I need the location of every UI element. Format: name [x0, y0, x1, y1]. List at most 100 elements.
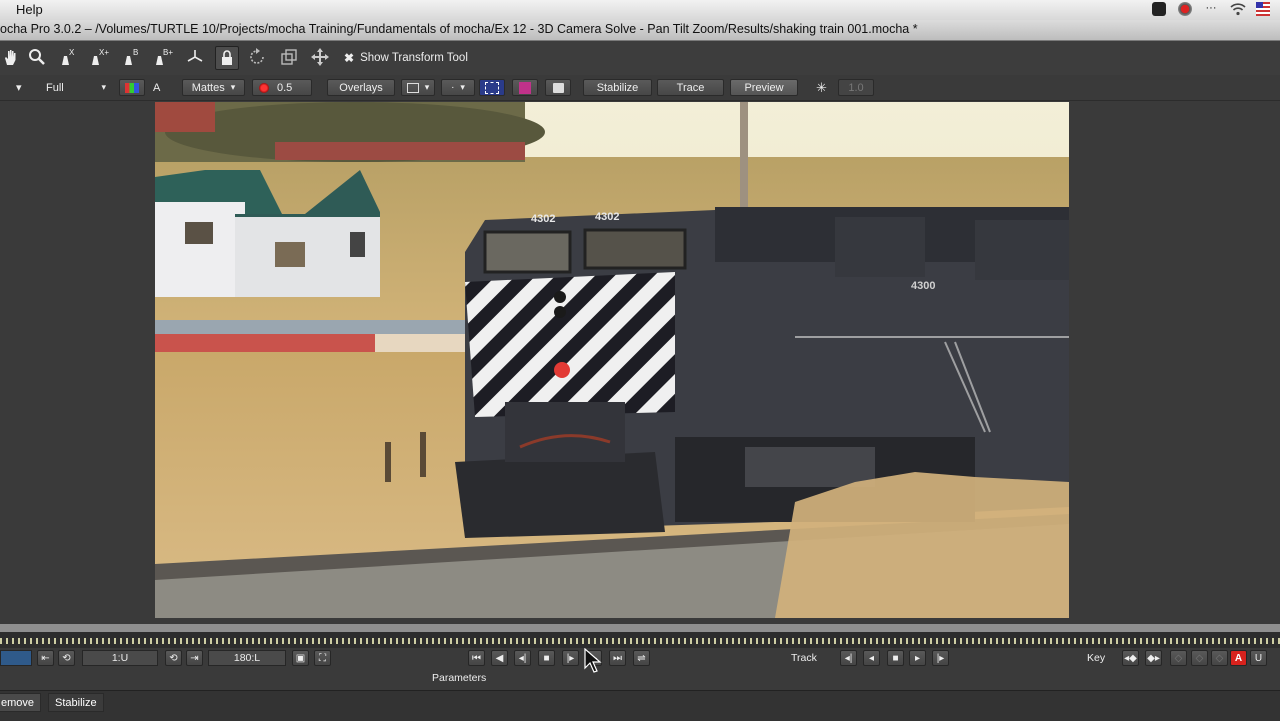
- app-status-icon[interactable]: [1152, 2, 1166, 16]
- show-transform-label: Show Transform Tool: [360, 52, 468, 64]
- add-bezier-icon[interactable]: B+: [152, 46, 174, 68]
- go-to-start-icon[interactable]: ⏮: [468, 650, 485, 666]
- track-label: Track: [791, 652, 817, 664]
- undo-key-icon[interactable]: U: [1250, 650, 1267, 666]
- hand-tool-icon[interactable]: [0, 46, 22, 68]
- overlays-button[interactable]: Overlays: [327, 79, 395, 96]
- in-out-toggle-icon[interactable]: ▣: [292, 650, 309, 666]
- layer-overlay-dropdown[interactable]: [401, 79, 435, 96]
- set-in-point-icon[interactable]: ⇤: [37, 650, 54, 666]
- menubar-tray: ···: [1152, 2, 1270, 16]
- tool-row: X X+ B B+ ✖ Show Transform Tool: [0, 41, 1280, 75]
- dots-icon[interactable]: ···: [1204, 2, 1218, 16]
- parameters-label: Parameters: [432, 672, 487, 684]
- preview-button[interactable]: Preview: [730, 79, 798, 96]
- loop-icon[interactable]: ⇌: [633, 650, 650, 666]
- svg-text:B+: B+: [163, 48, 173, 57]
- add-xspline-icon[interactable]: X+: [88, 46, 110, 68]
- key-label: Key: [1087, 652, 1106, 664]
- options-row: ▾ Full A Mattes 0.5 Overlays · Stabilize…: [0, 76, 1280, 101]
- menu-help[interactable]: Help: [16, 2, 43, 17]
- next-keyframe-icon[interactable]: ◆▸: [1145, 650, 1162, 666]
- matte-color-icon: [259, 82, 269, 93]
- step-forward-icon[interactable]: |▸: [562, 650, 579, 666]
- parameter-tabs: emove Stabilize: [0, 690, 1280, 721]
- mattes-label: Mattes: [191, 81, 225, 94]
- stabilize-view-button[interactable]: Stabilize: [583, 79, 652, 96]
- track-backward-icon[interactable]: ◂|: [840, 650, 857, 666]
- trace-button[interactable]: Trace: [657, 79, 724, 96]
- mattes-dropdown[interactable]: Mattes: [182, 79, 245, 96]
- move-tool-icon[interactable]: [309, 46, 331, 68]
- lock-tool-icon[interactable]: [215, 46, 239, 70]
- layers-icon: [406, 82, 419, 93]
- tab-stabilize[interactable]: Stabilize: [48, 693, 104, 712]
- matte-opacity-control[interactable]: 0.5: [252, 79, 312, 96]
- create-bezier-icon[interactable]: B: [120, 46, 142, 68]
- mac-menubar: Help ···: [0, 0, 1280, 21]
- tab-remove[interactable]: emove: [0, 693, 42, 712]
- snapshot-button[interactable]: [545, 79, 571, 96]
- reset-in-point-icon[interactable]: ⟲: [58, 650, 75, 666]
- track-stop-icon[interactable]: ■: [887, 650, 904, 666]
- surface-view-button[interactable]: [479, 79, 505, 96]
- brightness-field[interactable]: 1.0: [838, 79, 874, 96]
- alpha-button[interactable]: A: [153, 79, 160, 96]
- magenta-swatch-button[interactable]: [512, 79, 538, 96]
- delete-keyframe-icon[interactable]: ◇: [1191, 650, 1208, 666]
- in-point-field[interactable]: 1:U: [82, 650, 158, 666]
- matte-opacity-value: 0.5: [277, 81, 293, 94]
- left-dropdown-arrow[interactable]: ▾: [16, 79, 22, 96]
- us-flag-icon[interactable]: [1256, 2, 1270, 16]
- resolution-select[interactable]: Full: [46, 79, 106, 96]
- checkbox-x-icon[interactable]: ✖: [344, 51, 354, 65]
- rgb-swatch-icon: [125, 82, 139, 93]
- reset-out-point-icon[interactable]: ⟲: [165, 650, 182, 666]
- magenta-swatch-icon: [519, 81, 531, 94]
- track-forward-icon[interactable]: |▸: [932, 650, 949, 666]
- record-icon[interactable]: [1178, 2, 1192, 16]
- points-icon: ·: [451, 82, 455, 93]
- window-titlebar: ocha Pro 3.0.2 – /Volumes/TURTLE 10/Proj…: [0, 20, 1280, 41]
- track-step-backward-icon[interactable]: ◂: [863, 650, 880, 666]
- set-out-point-icon[interactable]: ⇥: [186, 650, 203, 666]
- stop-icon[interactable]: ■: [538, 650, 555, 666]
- zoom-timeline-icon[interactable]: ⛶: [314, 650, 331, 666]
- loco-number-1: 4302: [531, 213, 555, 225]
- svg-text:B: B: [133, 48, 138, 57]
- current-frame-field[interactable]: [0, 650, 32, 666]
- color-channel-button[interactable]: [119, 79, 145, 96]
- loco-number-3: 4300: [911, 280, 935, 292]
- svg-text:X+: X+: [99, 48, 109, 57]
- go-to-end-icon[interactable]: ⏭: [609, 650, 626, 666]
- edit-points-icon[interactable]: [184, 46, 206, 68]
- train-footage-image: 4302 4302 4300: [155, 102, 1069, 618]
- svg-text:X: X: [69, 48, 75, 57]
- show-transform-tool-toggle[interactable]: ✖ Show Transform Tool: [344, 51, 468, 65]
- resolution-value: Full: [46, 81, 64, 94]
- scale-tool-icon[interactable]: [278, 46, 300, 68]
- zoom-tool-icon[interactable]: [26, 46, 48, 68]
- mouse-cursor-icon: [584, 648, 602, 673]
- play-backward-icon[interactable]: ◀: [491, 650, 508, 666]
- autokey-icon[interactable]: A: [1230, 650, 1247, 666]
- add-keyframe-icon[interactable]: ◇: [1170, 650, 1187, 666]
- surface-icon: [485, 81, 499, 94]
- rotate-tool-icon[interactable]: [246, 46, 268, 68]
- track-step-forward-icon[interactable]: ▸: [909, 650, 926, 666]
- brightness-icon[interactable]: ✳: [816, 79, 827, 96]
- timeline-keyframe-ticks: [0, 638, 1280, 644]
- window-title: ocha Pro 3.0.2 – /Volumes/TURTLE 10/Proj…: [0, 22, 918, 36]
- video-frame[interactable]: 4302 4302 4300: [155, 102, 1069, 618]
- transport-controls: ⇤ ⟲ 1:U ⟲ ⇥ 180:L ▣ ⛶ ⏮ ◀ ◂| ■ |▸ ▶ ⏭ ⇌ …: [0, 648, 1280, 688]
- loco-number-2: 4302: [595, 211, 619, 223]
- create-xspline-icon[interactable]: X: [57, 46, 79, 68]
- delete-all-keys-icon[interactable]: ◇: [1211, 650, 1228, 666]
- step-backward-icon[interactable]: ◂|: [514, 650, 531, 666]
- timeline-separator: [0, 624, 1280, 632]
- wifi-icon[interactable]: [1230, 2, 1246, 16]
- snapshot-icon: [552, 82, 564, 93]
- out-point-field[interactable]: 180:L: [208, 650, 286, 666]
- point-overlay-dropdown[interactable]: ·: [441, 79, 475, 96]
- prev-keyframe-icon[interactable]: ◂◆: [1122, 650, 1139, 666]
